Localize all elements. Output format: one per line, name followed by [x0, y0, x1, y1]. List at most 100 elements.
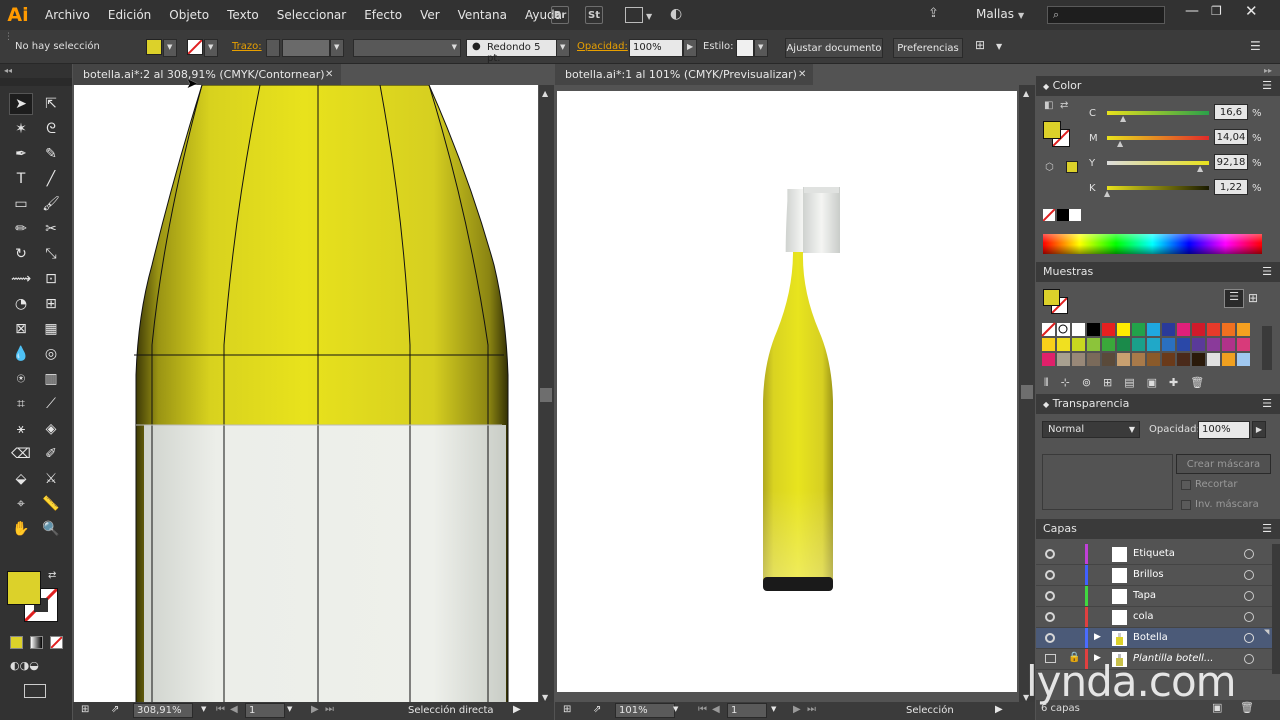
layer-row[interactable]: Brillos: [1036, 565, 1272, 586]
artboard-tool-icon[interactable]: ⌗: [9, 393, 33, 415]
eyedropper-tool-icon[interactable]: 💧: [9, 343, 33, 365]
grid-view-icon[interactable]: ⊞: [1248, 291, 1258, 305]
paintbrush-tool-icon[interactable]: 🖌: [39, 193, 63, 215]
swap-colors-icon[interactable]: ⇄: [48, 570, 56, 581]
style-swatch[interactable]: [736, 39, 754, 57]
target-icon[interactable]: [1244, 570, 1254, 580]
close-icon[interactable]: ✕: [1245, 2, 1258, 20]
menu-texto[interactable]: Texto: [218, 0, 268, 30]
status-tool-name[interactable]: Selección: [906, 705, 954, 716]
color-spectrum[interactable]: [1043, 234, 1262, 254]
stroke-dropdown[interactable]: ▼: [204, 39, 218, 57]
scroll-up-icon[interactable]: ▲: [542, 89, 548, 98]
rotate-tool-icon[interactable]: ↻: [9, 243, 33, 265]
panel-menu-icon[interactable]: ☰: [1250, 39, 1261, 53]
artboard-outline-view[interactable]: [74, 85, 538, 704]
gpu-performance-icon[interactable]: ◐: [670, 6, 682, 22]
bridge-button[interactable]: Br: [551, 6, 569, 24]
target-icon[interactable]: [1244, 633, 1254, 643]
last-artboard-icon[interactable]: ⏭: [325, 704, 334, 715]
pen-tool-icon[interactable]: ✒: [9, 143, 33, 165]
artboard-nav-icon[interactable]: ⊞: [81, 704, 89, 715]
channel-k-slider[interactable]: [1107, 186, 1209, 190]
channel-k-value[interactable]: 1,22: [1214, 179, 1248, 195]
sync-icon[interactable]: ⇪: [928, 6, 939, 21]
scale-tool-icon[interactable]: ⤡: [39, 243, 63, 265]
target-icon[interactable]: [1244, 612, 1254, 622]
none-mode-icon[interactable]: [50, 636, 63, 649]
minimize-icon[interactable]: —: [1185, 3, 1199, 19]
gradient-mode-icon[interactable]: [30, 636, 43, 649]
style-dropdown[interactable]: ▼: [754, 39, 768, 57]
mask-thumbnail[interactable]: [1042, 454, 1173, 510]
next-artboard-icon[interactable]: ▶: [311, 704, 319, 715]
eraser-tool-icon[interactable]: ⌫: [9, 443, 33, 465]
opacity-arrow[interactable]: ▶: [683, 39, 697, 57]
magic-wand-tool-icon[interactable]: ✶: [9, 118, 33, 140]
last-artboard-icon[interactable]: ⏭: [807, 704, 816, 715]
target-icon[interactable]: [1244, 549, 1254, 559]
m-slider-thumb[interactable]: ▲: [1117, 139, 1123, 148]
layer-row[interactable]: Tapa: [1036, 586, 1272, 607]
draw-mode-icons[interactable]: ◐◑◒: [10, 659, 39, 672]
color-mode-icon[interactable]: [10, 636, 23, 649]
swatches-panel-header[interactable]: Muestras ☰: [1036, 262, 1280, 282]
target-icon[interactable]: [1244, 591, 1254, 601]
gradient-tool-icon[interactable]: ▦: [39, 318, 63, 340]
color-panel-header[interactable]: ◆ Color ☰: [1036, 76, 1280, 96]
selection-tool-icon[interactable]: ➤: [9, 93, 33, 115]
workspace-switcher[interactable]: Mallas: [976, 7, 1014, 21]
first-artboard-icon[interactable]: ⏮: [216, 704, 225, 715]
status-arrow-icon[interactable]: ▶: [513, 704, 521, 715]
close-tab-icon[interactable]: ✕: [325, 64, 333, 85]
export-icon[interactable]: ⇗: [593, 704, 601, 715]
menu-efecto[interactable]: Efecto: [355, 0, 411, 30]
white-swatch[interactable]: [1069, 209, 1081, 221]
fill-color-box-front[interactable]: [7, 571, 41, 605]
artboard-number-field[interactable]: 1: [245, 703, 285, 718]
menu-ver[interactable]: Ver: [411, 0, 449, 30]
opacity-field[interactable]: 100%: [629, 39, 683, 57]
delete-layer-icon[interactable]: 🗑: [1240, 701, 1254, 714]
swap-icon[interactable]: ⇄: [1060, 100, 1068, 111]
collapse-icon[interactable]: ◆: [1043, 400, 1049, 409]
symbol-sprayer-tool-icon[interactable]: ⍟: [9, 368, 33, 390]
shape-builder-tool-icon[interactable]: ◔: [9, 293, 33, 315]
measure-tool-icon[interactable]: 📏: [39, 493, 63, 515]
live-paint-tool-icon[interactable]: ⬙: [9, 468, 33, 490]
list-view-icon[interactable]: ☰: [1224, 289, 1244, 308]
next-artboard-icon[interactable]: ▶: [793, 704, 801, 715]
color-fill-swatch-front[interactable]: [1043, 121, 1061, 139]
perspective-selection-icon[interactable]: ◈: [39, 418, 63, 440]
stroke-label[interactable]: Trazo:: [232, 41, 262, 52]
status-arrow-icon[interactable]: ▶: [995, 704, 1003, 715]
line-tool-icon[interactable]: ╱: [39, 168, 63, 190]
panel-menu-icon[interactable]: ☰: [1262, 262, 1272, 282]
scroll-thumb[interactable]: [540, 388, 552, 402]
collapse-arrows-icon[interactable]: ◂◂: [4, 66, 12, 75]
rectangle-tool-icon[interactable]: ▭: [9, 193, 33, 215]
y-slider-thumb[interactable]: ▲: [1197, 164, 1203, 173]
free-transform-tool-icon[interactable]: ⊡: [39, 268, 63, 290]
search-input[interactable]: ⌕: [1047, 6, 1165, 24]
stroke-weight-field[interactable]: [282, 39, 330, 57]
layer-row[interactable]: cola: [1036, 607, 1272, 628]
opacity-label[interactable]: Opacidad:: [577, 41, 628, 52]
export-icon[interactable]: ⇗: [111, 704, 119, 715]
first-artboard-icon[interactable]: ⏮: [698, 704, 707, 715]
brush-definition[interactable]: ● Redondo 5 pt.: [466, 39, 558, 64]
menu-seleccionar[interactable]: Seleccionar: [268, 0, 355, 30]
scroll-down-icon[interactable]: ▼: [542, 693, 548, 702]
hand-tool-icon[interactable]: ✋: [9, 518, 33, 540]
fill-dropdown[interactable]: ▼: [163, 39, 177, 57]
visibility-eye-icon[interactable]: [1045, 612, 1055, 622]
artboard-preview[interactable]: [557, 91, 1017, 692]
width-tool-icon[interactable]: ⟿: [9, 268, 33, 290]
artboard-number-field[interactable]: 1: [727, 703, 767, 718]
menu-ventana[interactable]: Ventana: [449, 0, 516, 30]
scissors-tool-icon[interactable]: ✂: [39, 218, 63, 240]
stroke-weight-dropdown[interactable]: ▼: [330, 39, 344, 57]
stroke-weight-stepper[interactable]: [266, 39, 280, 57]
adjust-document-button[interactable]: Ajustar documento: [785, 38, 883, 58]
visibility-eye-icon[interactable]: [1045, 549, 1055, 559]
